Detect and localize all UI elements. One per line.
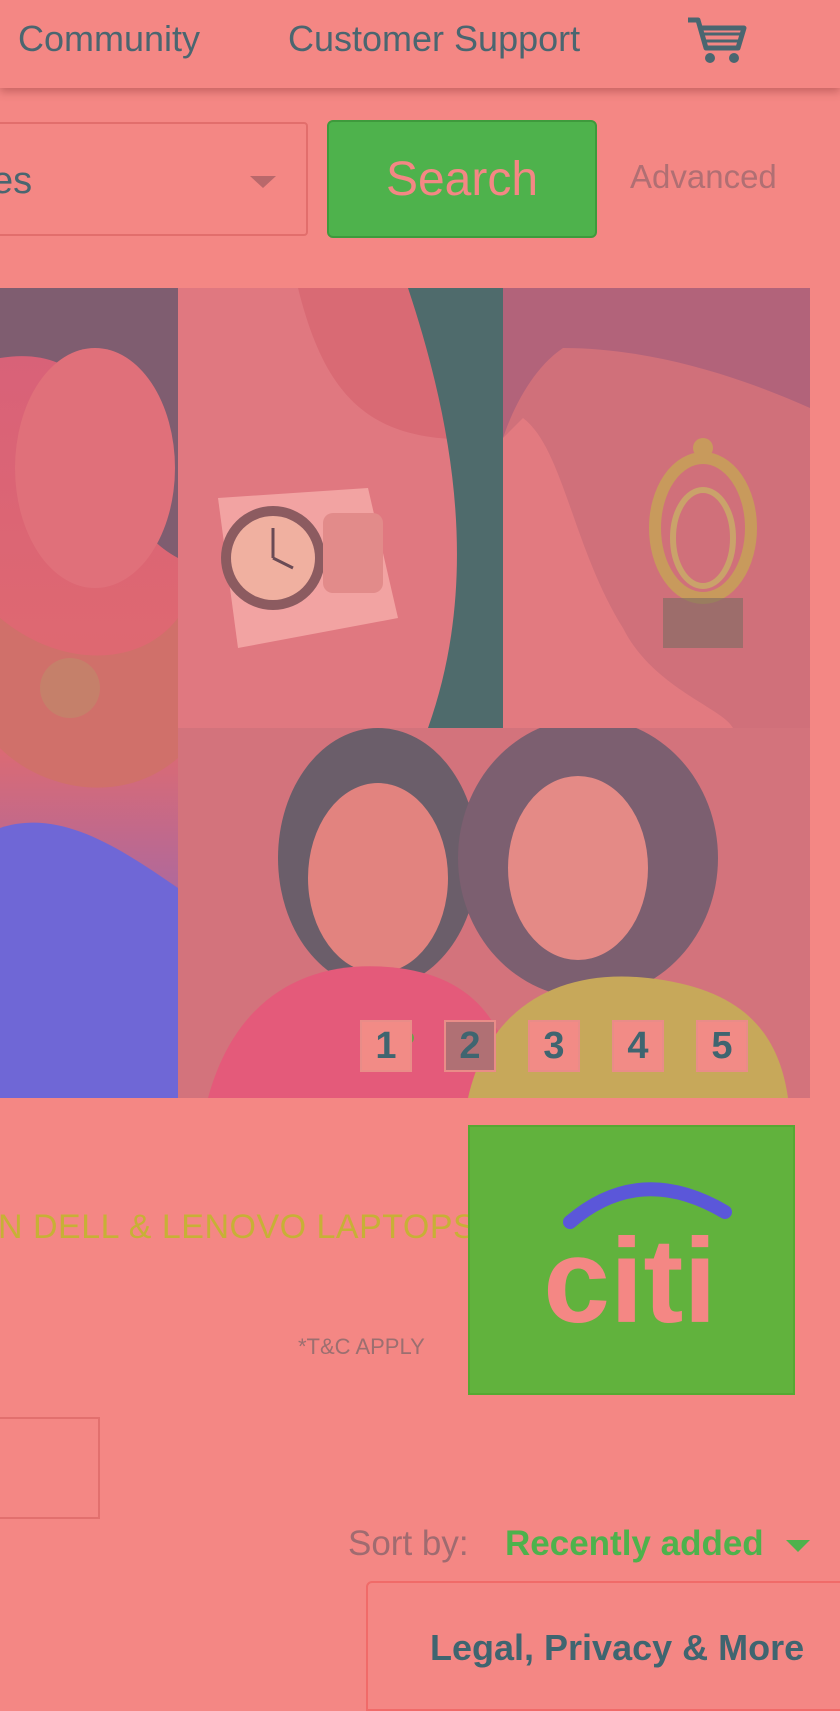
sort-select[interactable]: Recently added [505,1524,764,1564]
page-button-4[interactable]: 4 [612,1020,664,1072]
search-button[interactable]: Search [327,120,597,238]
top-nav: Community Customer Support [0,0,840,88]
hero-image-watch [178,288,503,728]
page-button-2[interactable]: 2 [444,1020,496,1072]
legal-privacy-link[interactable]: Legal, Privacy & More [430,1627,804,1669]
sort-label: Sort by: [348,1524,469,1563]
hero-banner[interactable] [0,288,810,1098]
promo-terms: *T&C APPLY [298,1334,425,1359]
category-select-value: es [0,160,33,202]
citi-logo: citi [468,1125,795,1395]
legal-panel[interactable]: Legal, Privacy & More [366,1581,840,1711]
chevron-down-icon [250,176,276,188]
advanced-search-link[interactable]: Advanced [630,158,777,196]
hero-image-earring [503,288,810,728]
shopping-cart-icon[interactable] [686,16,748,66]
filter-box[interactable] [0,1417,100,1519]
promo-headline: N DELL & LENOVO LAPTOPS [0,1208,477,1246]
citi-logo-text: citi [543,1214,716,1348]
nav-community[interactable]: Community [18,18,200,60]
chevron-down-icon[interactable] [786,1540,810,1552]
page-button-3[interactable]: 3 [528,1020,580,1072]
page-button-1[interactable]: 1 [360,1020,412,1072]
nav-customer-support[interactable]: Customer Support [288,18,580,60]
category-select[interactable]: es [0,122,308,236]
hero-image-bridal [0,288,178,1098]
page-button-5[interactable]: 5 [696,1020,748,1072]
